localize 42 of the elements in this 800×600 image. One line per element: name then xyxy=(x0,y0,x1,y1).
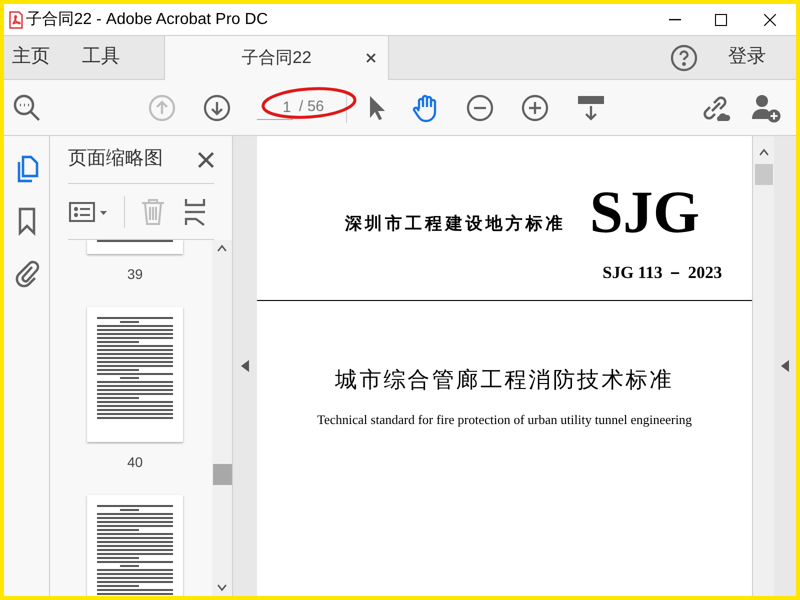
sign-in-button[interactable]: 登录 xyxy=(728,43,766,72)
thumbnail-options-icon[interactable] xyxy=(68,200,110,224)
page-number-label: 40 xyxy=(127,453,143,472)
zoom-in-icon[interactable] xyxy=(521,94,550,122)
page-thumbnail[interactable] xyxy=(87,307,183,442)
minimize-icon xyxy=(669,18,681,20)
maximize-icon xyxy=(715,14,727,26)
add-user-icon[interactable] xyxy=(750,92,782,122)
scrollbar[interactable] xyxy=(212,240,232,596)
panel-title: 页面缩略图 xyxy=(68,147,163,172)
collapse-left-icon[interactable] xyxy=(241,360,249,372)
tab[interactable]: 工具 xyxy=(78,36,124,79)
scroll-up-icon[interactable] xyxy=(217,244,227,252)
tab[interactable]: 子合同22 xyxy=(164,36,389,80)
close-icon xyxy=(764,14,776,26)
page-thumbnail[interactable] xyxy=(87,240,183,254)
tab[interactable]: 主页 xyxy=(8,36,54,79)
zoom-out-icon[interactable] xyxy=(466,94,494,122)
document-logo: SJG xyxy=(590,184,700,240)
window-title: 子合同22 - Adobe Acrobat Pro DC xyxy=(26,10,268,30)
pdf-app-icon xyxy=(8,10,24,28)
close-tab-icon[interactable] xyxy=(366,53,376,63)
page-count: / 56 xyxy=(299,97,324,118)
close-panel-icon[interactable] xyxy=(198,152,214,168)
scrollbar[interactable] xyxy=(752,136,774,596)
scroll-up-icon[interactable] xyxy=(758,148,768,156)
scroll-down-icon[interactable] xyxy=(217,584,227,592)
search-icon[interactable] xyxy=(12,92,42,122)
document-title: 城市综合管廊工程消防技术标准 xyxy=(335,366,674,394)
help-icon[interactable] xyxy=(670,44,698,72)
page-number-field[interactable]: 1 xyxy=(257,96,293,120)
page-thumbnail[interactable] xyxy=(87,495,183,596)
paperclip-icon[interactable] xyxy=(12,258,40,288)
document-org-heading: 深圳市工程建设地方标准 xyxy=(345,212,566,234)
page-number-label: 39 xyxy=(127,265,143,284)
document-code: SJG 113 － 2023 xyxy=(602,262,722,284)
page-split-icon[interactable] xyxy=(183,196,207,226)
pointer-icon[interactable] xyxy=(367,94,388,122)
document-subtitle: Technical standard for fire protection of urban utility tunnel engineering xyxy=(317,411,692,429)
scrollbar-thumb[interactable] xyxy=(212,464,232,485)
scrollbar-thumb[interactable] xyxy=(754,164,772,185)
collapse-right-icon[interactable] xyxy=(781,360,789,372)
